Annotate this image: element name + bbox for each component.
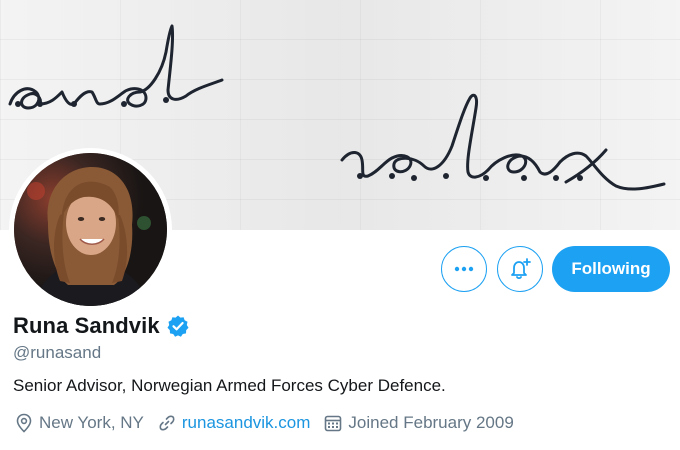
more-icon	[454, 266, 474, 272]
verified-badge-icon	[166, 314, 190, 338]
joined-text: Joined February 2009	[348, 413, 514, 432]
link-icon	[159, 415, 175, 431]
avatar-portrait	[14, 153, 167, 306]
meta-location: New York, NY	[15, 413, 144, 433]
profile-avatar[interactable]	[9, 148, 172, 311]
profile-handle: @runasand	[13, 343, 102, 362]
profile-name: Runa Sandvik	[13, 313, 160, 338]
meta-website[interactable]: runasandvik.com	[158, 413, 311, 433]
following-button[interactable]: Following	[552, 246, 670, 292]
bell-plus-icon	[511, 258, 531, 280]
meta-joined: Joined February 2009	[324, 413, 514, 433]
more-options-button[interactable]	[441, 246, 487, 292]
location-pin-icon	[16, 413, 32, 433]
notifications-button[interactable]	[497, 246, 543, 292]
location-text: New York, NY	[39, 413, 144, 432]
calendar-icon	[325, 415, 342, 432]
profile-bio: Senior Advisor, Norwegian Armed Forces C…	[13, 376, 446, 395]
profile-meta: New York, NY runasandvik.com Joined Febr…	[15, 413, 528, 433]
website-link[interactable]: runasandvik.com	[182, 413, 311, 433]
profile-name-row: Runa Sandvik	[13, 313, 190, 339]
avatar-photo	[14, 153, 167, 306]
